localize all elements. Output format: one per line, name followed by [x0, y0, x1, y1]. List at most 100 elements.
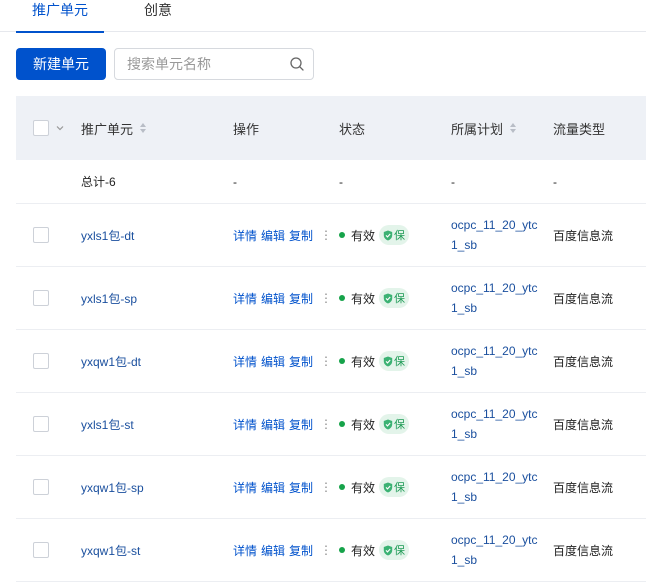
row-plan: ocpc_11_20_ytc 1_sb [451, 393, 541, 455]
plan-line-2: 1_sb [451, 553, 478, 567]
row-name-cell: yxqw1包-sp [81, 456, 144, 518]
header-plan[interactable]: 所属计划 [451, 96, 517, 160]
search-icon[interactable] [289, 56, 305, 72]
plan-line-1: ocpc_11_20_ytc [451, 218, 538, 232]
unit-name-link[interactable]: yxls1包-dt [81, 227, 134, 244]
badge-text: 保 [394, 419, 406, 431]
guarantee-badge: 保 [379, 288, 410, 308]
more-vertical-icon[interactable]: ⋮ [320, 543, 332, 557]
more-vertical-icon[interactable]: ⋮ [320, 354, 332, 368]
edit-link[interactable]: 编辑 [261, 416, 285, 433]
shield-icon [383, 230, 393, 240]
badge-text: 保 [394, 356, 406, 368]
row-plan: ocpc_11_20_ytc 1_sb [451, 204, 541, 266]
plan-link[interactable]: ocpc_11_20_ytc 1_sb [451, 215, 541, 255]
row-flow: 百度信息流 [553, 291, 614, 306]
copy-link[interactable]: 复制 [289, 479, 313, 496]
edit-link[interactable]: 编辑 [261, 353, 285, 370]
table-body: yxls1包-dt 详情 编辑 复制 ⋮ 有效 保 ocpc_11_20_ytc… [16, 204, 646, 582]
row-ops: 详情 编辑 复制 ⋮ [233, 456, 332, 518]
copy-link[interactable]: 复制 [289, 416, 313, 433]
row-select [33, 267, 49, 329]
plan-link[interactable]: ocpc_11_20_ytc 1_sb [451, 530, 541, 570]
units-table: 推广单元 操作 状态 所属计划 流量类型 总计-6 - - - - yxls1包… [16, 96, 646, 582]
copy-link[interactable]: 复制 [289, 290, 313, 307]
unit-name-link[interactable]: yxls1包-sp [81, 290, 137, 307]
total-plan: - [451, 174, 455, 189]
row-status: 有效 保 [339, 519, 410, 581]
row-checkbox[interactable] [33, 542, 49, 558]
more-vertical-icon[interactable]: ⋮ [320, 291, 332, 305]
badge-text: 保 [394, 293, 406, 305]
table-row: yxqw1包-sp 详情 编辑 复制 ⋮ 有效 保 ocpc_11_20_ytc… [16, 456, 646, 519]
new-unit-button[interactable]: 新建单元 [16, 48, 106, 80]
row-flow: 百度信息流 [553, 417, 614, 432]
copy-link[interactable]: 复制 [289, 227, 313, 244]
tab-creatives[interactable]: 创意 [144, 0, 172, 32]
detail-link[interactable]: 详情 [233, 479, 257, 496]
guarantee-badge: 保 [379, 540, 410, 560]
row-checkbox[interactable] [33, 290, 49, 306]
plan-line-2: 1_sb [451, 364, 478, 378]
edit-link[interactable]: 编辑 [261, 290, 285, 307]
more-vertical-icon[interactable]: ⋮ [320, 480, 332, 494]
row-checkbox[interactable] [33, 227, 49, 243]
row-name-cell: yxls1包-sp [81, 267, 137, 329]
status-text: 有效 [351, 228, 376, 243]
header-name[interactable]: 推广单元 [81, 96, 147, 160]
plan-link[interactable]: ocpc_11_20_ytc 1_sb [451, 341, 541, 381]
total-op: - [233, 174, 237, 189]
row-name-cell: yxqw1包-st [81, 519, 140, 581]
row-name-cell: yxls1包-st [81, 393, 134, 455]
status-text: 有效 [351, 543, 376, 558]
more-vertical-icon[interactable]: ⋮ [320, 228, 332, 242]
edit-link[interactable]: 编辑 [261, 542, 285, 559]
chevron-down-icon[interactable] [55, 123, 65, 133]
detail-link[interactable]: 详情 [233, 353, 257, 370]
row-ops: 详情 编辑 复制 ⋮ [233, 330, 332, 392]
plan-link[interactable]: ocpc_11_20_ytc 1_sb [451, 278, 541, 318]
sort-icon[interactable] [509, 122, 517, 134]
total-status: - [339, 174, 343, 189]
unit-name-link[interactable]: yxls1包-st [81, 416, 134, 433]
status-dot [339, 547, 345, 553]
search-input[interactable] [127, 49, 287, 79]
plan-line-1: ocpc_11_20_ytc [451, 281, 538, 295]
row-plan: ocpc_11_20_ytc 1_sb [451, 330, 541, 392]
unit-name-link[interactable]: yxqw1包-sp [81, 479, 144, 496]
row-status: 有效 保 [339, 393, 410, 455]
shield-icon [383, 293, 393, 303]
row-status: 有效 保 [339, 330, 410, 392]
plan-link[interactable]: ocpc_11_20_ytc 1_sb [451, 404, 541, 444]
sort-icon[interactable] [139, 122, 147, 134]
detail-link[interactable]: 详情 [233, 227, 257, 244]
plan-link[interactable]: ocpc_11_20_ytc 1_sb [451, 467, 541, 507]
total-flow: - [553, 174, 557, 189]
row-flow: 百度信息流 [553, 480, 614, 495]
row-checkbox[interactable] [33, 479, 49, 495]
detail-link[interactable]: 详情 [233, 542, 257, 559]
detail-link[interactable]: 详情 [233, 416, 257, 433]
badge-text: 保 [394, 482, 406, 494]
edit-link[interactable]: 编辑 [261, 227, 285, 244]
unit-name-link[interactable]: yxqw1包-dt [81, 353, 141, 370]
select-all-checkbox[interactable] [33, 120, 49, 136]
unit-name-link[interactable]: yxqw1包-st [81, 542, 140, 559]
header-name-label: 推广单元 [81, 121, 134, 137]
total-row: 总计-6 - - - - [16, 160, 646, 204]
status-dot [339, 295, 345, 301]
edit-link[interactable]: 编辑 [261, 479, 285, 496]
table-row: yxqw1包-dt 详情 编辑 复制 ⋮ 有效 保 ocpc_11_20_ytc… [16, 330, 646, 393]
plan-line-1: ocpc_11_20_ytc [451, 407, 538, 421]
row-checkbox[interactable] [33, 353, 49, 369]
row-checkbox[interactable] [33, 416, 49, 432]
plan-line-2: 1_sb [451, 301, 478, 315]
detail-link[interactable]: 详情 [233, 290, 257, 307]
guarantee-badge: 保 [379, 414, 410, 434]
more-vertical-icon[interactable]: ⋮ [320, 417, 332, 431]
plan-line-1: ocpc_11_20_ytc [451, 470, 538, 484]
tab-ad-units[interactable]: 推广单元 [16, 0, 104, 33]
copy-link[interactable]: 复制 [289, 542, 313, 559]
total-label: 总计-6 [81, 175, 116, 189]
copy-link[interactable]: 复制 [289, 353, 313, 370]
